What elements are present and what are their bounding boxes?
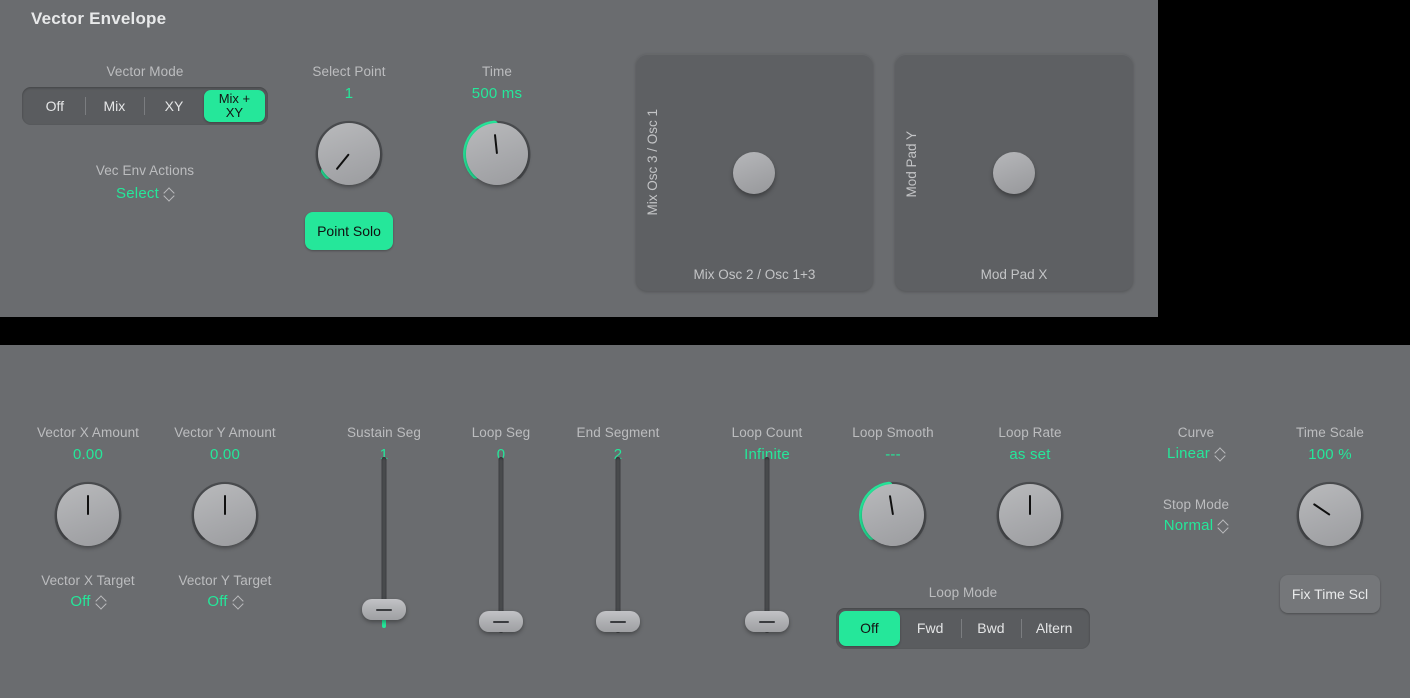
mix-pad-x-label: Mix Osc 2 / Osc 1+3 xyxy=(636,267,873,282)
mix-pad[interactable]: Mix Osc 3 / Osc 1 Mix Osc 2 / Osc 1+3 xyxy=(636,54,873,291)
loop-seg-group: Loop Seg 0 xyxy=(441,425,561,463)
sustain-seg-slider-thumb[interactable] xyxy=(362,599,406,620)
loop-smooth-group: Loop Smooth --- xyxy=(833,425,953,557)
mod-pad-y-label: Mod Pad Y xyxy=(904,131,919,198)
vector-envelope-top-panel: Vector Envelope Vector Mode Off Mix XY M… xyxy=(0,0,1158,317)
vector-mode-option-xy[interactable]: XY xyxy=(144,90,204,122)
sustain-seg-slider[interactable] xyxy=(324,457,444,637)
sustain-seg-label: Sustain Seg xyxy=(324,425,444,440)
mod-pad-handle[interactable] xyxy=(993,152,1035,194)
chevron-updown-icon xyxy=(1215,447,1225,461)
time-value: 500 ms xyxy=(435,85,559,102)
vec-env-actions-label: Vec Env Actions xyxy=(22,163,268,178)
vector-y-amount-value: 0.00 xyxy=(155,446,295,463)
curve-popup[interactable]: Linear xyxy=(1136,445,1256,462)
vector-x-amount-value: 0.00 xyxy=(18,446,158,463)
vec-env-actions-group: Vec Env Actions Select xyxy=(22,163,268,202)
vector-mode-group: Vector Mode Off Mix XY Mix + XY xyxy=(22,64,268,125)
time-label: Time xyxy=(435,64,559,79)
loop-rate-label: Loop Rate xyxy=(970,425,1090,440)
vector-y-amount-knob[interactable] xyxy=(183,473,267,557)
vec-env-actions-popup[interactable]: Select xyxy=(22,185,268,202)
end-segment-group: End Segment 2 xyxy=(558,425,678,463)
vector-x-amount-group: Vector X Amount 0.00 Vector X Target Off xyxy=(18,425,158,610)
vector-mode-option-off[interactable]: Off xyxy=(25,90,85,122)
vector-y-target-popup[interactable]: Off xyxy=(155,593,295,610)
curve-label: Curve xyxy=(1136,425,1256,440)
mix-pad-handle[interactable] xyxy=(733,152,775,194)
loop-smooth-value: --- xyxy=(833,446,953,463)
loop-count-slider[interactable] xyxy=(707,457,827,637)
loop-mode-option-fwd[interactable]: Fwd xyxy=(900,611,961,646)
vector-x-amount-knob[interactable] xyxy=(46,473,130,557)
vector-x-amount-label: Vector X Amount xyxy=(18,425,158,440)
sustain-seg-group: Sustain Seg 1 xyxy=(324,425,444,463)
loop-smooth-knob[interactable] xyxy=(851,473,935,557)
loop-mode-label: Loop Mode xyxy=(836,585,1090,600)
loop-rate-knob[interactable] xyxy=(988,473,1072,557)
chevron-updown-icon xyxy=(164,187,174,201)
vector-envelope-bottom-panel: Vector X Amount 0.00 Vector X Target Off… xyxy=(0,345,1410,698)
chevron-updown-icon xyxy=(96,595,106,609)
stop-mode-popup[interactable]: Normal xyxy=(1136,517,1256,534)
end-segment-label: End Segment xyxy=(558,425,678,440)
chevron-updown-icon xyxy=(233,595,243,609)
page-title: Vector Envelope xyxy=(31,9,166,29)
curve-group: Curve Linear xyxy=(1136,425,1256,462)
stop-mode-label: Stop Mode xyxy=(1136,497,1256,512)
vec-env-actions-value: Select xyxy=(116,185,159,202)
stop-mode-value: Normal xyxy=(1164,517,1214,534)
vector-x-target-popup[interactable]: Off xyxy=(18,593,158,610)
vector-y-target-value: Off xyxy=(207,593,227,610)
select-point-value: 1 xyxy=(287,85,411,102)
loop-seg-slider[interactable] xyxy=(441,457,561,637)
vector-y-amount-group: Vector Y Amount 0.00 Vector Y Target Off xyxy=(155,425,295,610)
vector-y-amount-label: Vector Y Amount xyxy=(155,425,295,440)
vector-mode-option-mix-xy[interactable]: Mix + XY xyxy=(204,90,265,122)
mod-pad[interactable]: Mod Pad Y Mod Pad X xyxy=(895,54,1133,291)
mod-pad-x-label: Mod Pad X xyxy=(895,267,1133,282)
vector-mode-segmented-control[interactable]: Off Mix XY Mix + XY xyxy=(22,87,268,125)
stop-mode-group: Stop Mode Normal xyxy=(1136,497,1256,534)
loop-count-group: Loop Count Infinite xyxy=(707,425,827,463)
chevron-updown-icon xyxy=(1218,519,1228,533)
time-knob[interactable] xyxy=(455,112,539,196)
time-group: Time 500 ms xyxy=(435,64,559,196)
loop-mode-option-off[interactable]: Off xyxy=(839,611,900,646)
end-segment-slider-thumb[interactable] xyxy=(596,611,640,632)
loop-rate-value: as set xyxy=(970,446,1090,463)
loop-count-slider-thumb[interactable] xyxy=(745,611,789,632)
loop-smooth-label: Loop Smooth xyxy=(833,425,953,440)
end-segment-slider[interactable] xyxy=(558,457,678,637)
vector-x-target-label: Vector X Target xyxy=(18,573,158,588)
time-scale-group: Time Scale 100 % Fix Time Scl xyxy=(1270,425,1390,613)
point-solo-button[interactable]: Point Solo xyxy=(305,212,393,250)
select-point-knob[interactable] xyxy=(307,112,391,196)
vector-mode-option-mix[interactable]: Mix xyxy=(85,90,145,122)
loop-rate-group: Loop Rate as set xyxy=(970,425,1090,557)
loop-mode-option-bwd[interactable]: Bwd xyxy=(961,611,1022,646)
fix-time-scl-button[interactable]: Fix Time Scl xyxy=(1280,575,1380,613)
loop-count-label: Loop Count xyxy=(707,425,827,440)
time-scale-value: 100 % xyxy=(1270,446,1390,463)
select-point-label: Select Point xyxy=(287,64,411,79)
loop-mode-group: Loop Mode Off Fwd Bwd Altern xyxy=(836,585,1090,649)
curve-value: Linear xyxy=(1167,445,1210,462)
loop-seg-slider-thumb[interactable] xyxy=(479,611,523,632)
vector-y-target-label: Vector Y Target xyxy=(155,573,295,588)
time-scale-knob[interactable] xyxy=(1288,473,1372,557)
loop-mode-segmented-control[interactable]: Off Fwd Bwd Altern xyxy=(836,608,1090,649)
vector-x-target-value: Off xyxy=(70,593,90,610)
select-point-group: Select Point 1 Point Solo xyxy=(287,64,411,250)
loop-seg-label: Loop Seg xyxy=(441,425,561,440)
vector-mode-label: Vector Mode xyxy=(22,64,268,79)
mix-pad-y-label: Mix Osc 3 / Osc 1 xyxy=(645,109,660,216)
time-scale-label: Time Scale xyxy=(1270,425,1390,440)
loop-mode-option-altern[interactable]: Altern xyxy=(1021,611,1087,646)
